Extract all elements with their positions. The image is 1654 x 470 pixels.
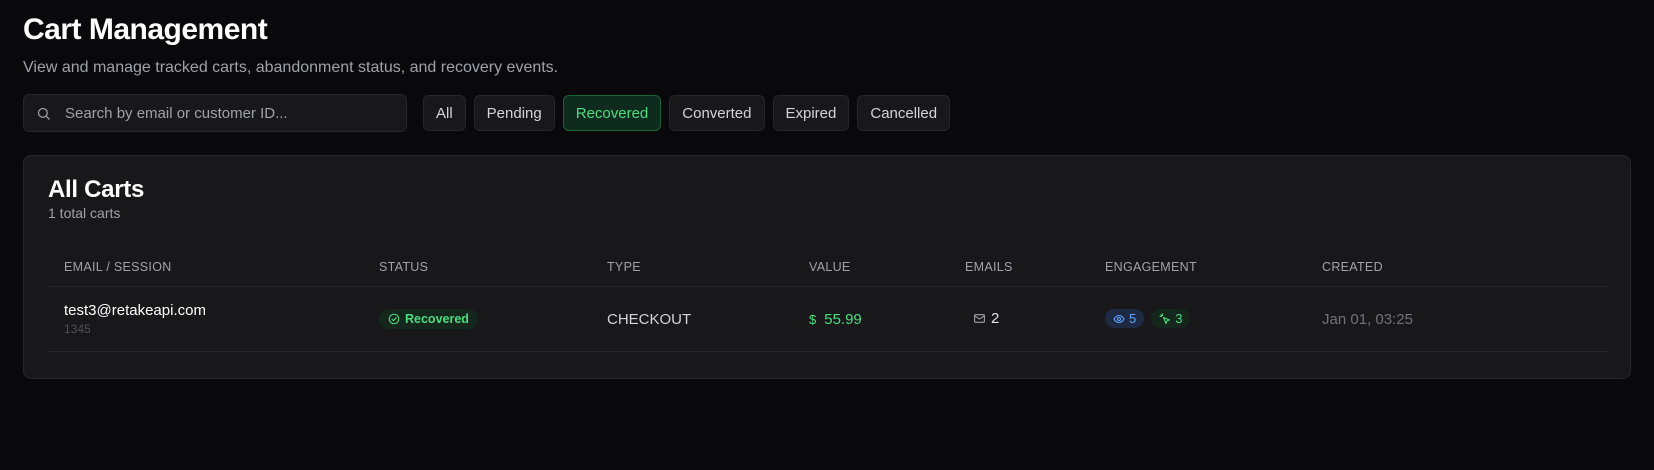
cart-value-amount: 55.99 bbox=[824, 310, 862, 328]
filter-expired-button[interactable]: Expired bbox=[772, 95, 850, 131]
col-created[interactable]: CREATED bbox=[1306, 248, 1608, 287]
filter-cancelled-button[interactable]: Cancelled bbox=[857, 95, 951, 131]
filter-pending-button[interactable]: Pending bbox=[473, 95, 555, 131]
carts-card: All Carts 1 total carts EMAIL / SESSION … bbox=[23, 155, 1631, 379]
col-email-session[interactable]: EMAIL / SESSION bbox=[48, 248, 363, 287]
filter-all-button[interactable]: All bbox=[423, 95, 466, 131]
views-count: 5 bbox=[1129, 311, 1137, 327]
cell-status: Recovered bbox=[363, 286, 591, 352]
cell-engagement: 5 3 bbox=[1089, 286, 1306, 352]
table-header-row: EMAIL / SESSION STATUS TYPE VALUE EMAILS… bbox=[48, 248, 1608, 287]
cart-session-id: 1345 bbox=[64, 321, 91, 336]
check-circle-icon bbox=[388, 313, 400, 325]
engagement-badges: 5 3 bbox=[1105, 309, 1191, 329]
table-row[interactable]: test3@retakeapi.com 1345 Recovered CHECK… bbox=[48, 286, 1608, 352]
page: Cart Management View and manage tracked … bbox=[0, 0, 1654, 379]
filter-recovered-button[interactable]: Recovered bbox=[562, 95, 662, 131]
page-title: Cart Management bbox=[23, 13, 268, 46]
cell-created: Jan 01, 03:25 bbox=[1306, 286, 1608, 352]
mail-icon bbox=[973, 312, 986, 325]
col-type[interactable]: TYPE bbox=[591, 248, 793, 287]
page-subtitle: View and manage tracked carts, abandonme… bbox=[23, 59, 559, 76]
status-label: Recovered bbox=[405, 312, 469, 326]
cell-type: CHECKOUT bbox=[591, 286, 793, 352]
cell-value: $ 55.99 bbox=[793, 286, 949, 352]
status-badge: Recovered bbox=[379, 309, 478, 329]
col-emails[interactable]: EMAILS bbox=[949, 248, 1089, 287]
filter-converted-button[interactable]: Converted bbox=[669, 95, 765, 131]
cart-value: $ 55.99 bbox=[809, 311, 862, 328]
col-engagement[interactable]: ENGAGEMENT bbox=[1089, 248, 1306, 287]
card-count: 1 total carts bbox=[48, 205, 121, 221]
carts-table: EMAIL / SESSION STATUS TYPE VALUE EMAILS… bbox=[48, 248, 1608, 352]
views-badge: 5 bbox=[1105, 309, 1145, 329]
toolbar: All Pending Recovered Converted Expired … bbox=[23, 94, 1631, 132]
col-status[interactable]: STATUS bbox=[363, 248, 591, 287]
search-input[interactable] bbox=[63, 103, 394, 123]
search-icon bbox=[36, 106, 51, 121]
emails-count-value: 2 bbox=[991, 309, 1000, 327]
search-box[interactable] bbox=[23, 94, 407, 132]
cell-emails: 2 bbox=[949, 286, 1089, 352]
col-value[interactable]: VALUE bbox=[793, 248, 949, 287]
cell-email-session: test3@retakeapi.com 1345 bbox=[48, 286, 363, 352]
eye-icon bbox=[1113, 313, 1125, 325]
pointer-click-icon bbox=[1159, 313, 1171, 325]
created-date: Jan 01, 03:25 bbox=[1322, 310, 1413, 328]
clicks-badge: 3 bbox=[1151, 309, 1191, 329]
cart-email[interactable]: test3@retakeapi.com bbox=[64, 302, 347, 320]
dollar-icon: $ bbox=[809, 311, 817, 327]
cart-type: CHECKOUT bbox=[607, 310, 692, 328]
clicks-count: 3 bbox=[1175, 311, 1183, 327]
emails-count: 2 bbox=[965, 310, 999, 327]
status-filters: All Pending Recovered Converted Expired … bbox=[423, 95, 951, 131]
card-title: All Carts bbox=[48, 176, 144, 203]
